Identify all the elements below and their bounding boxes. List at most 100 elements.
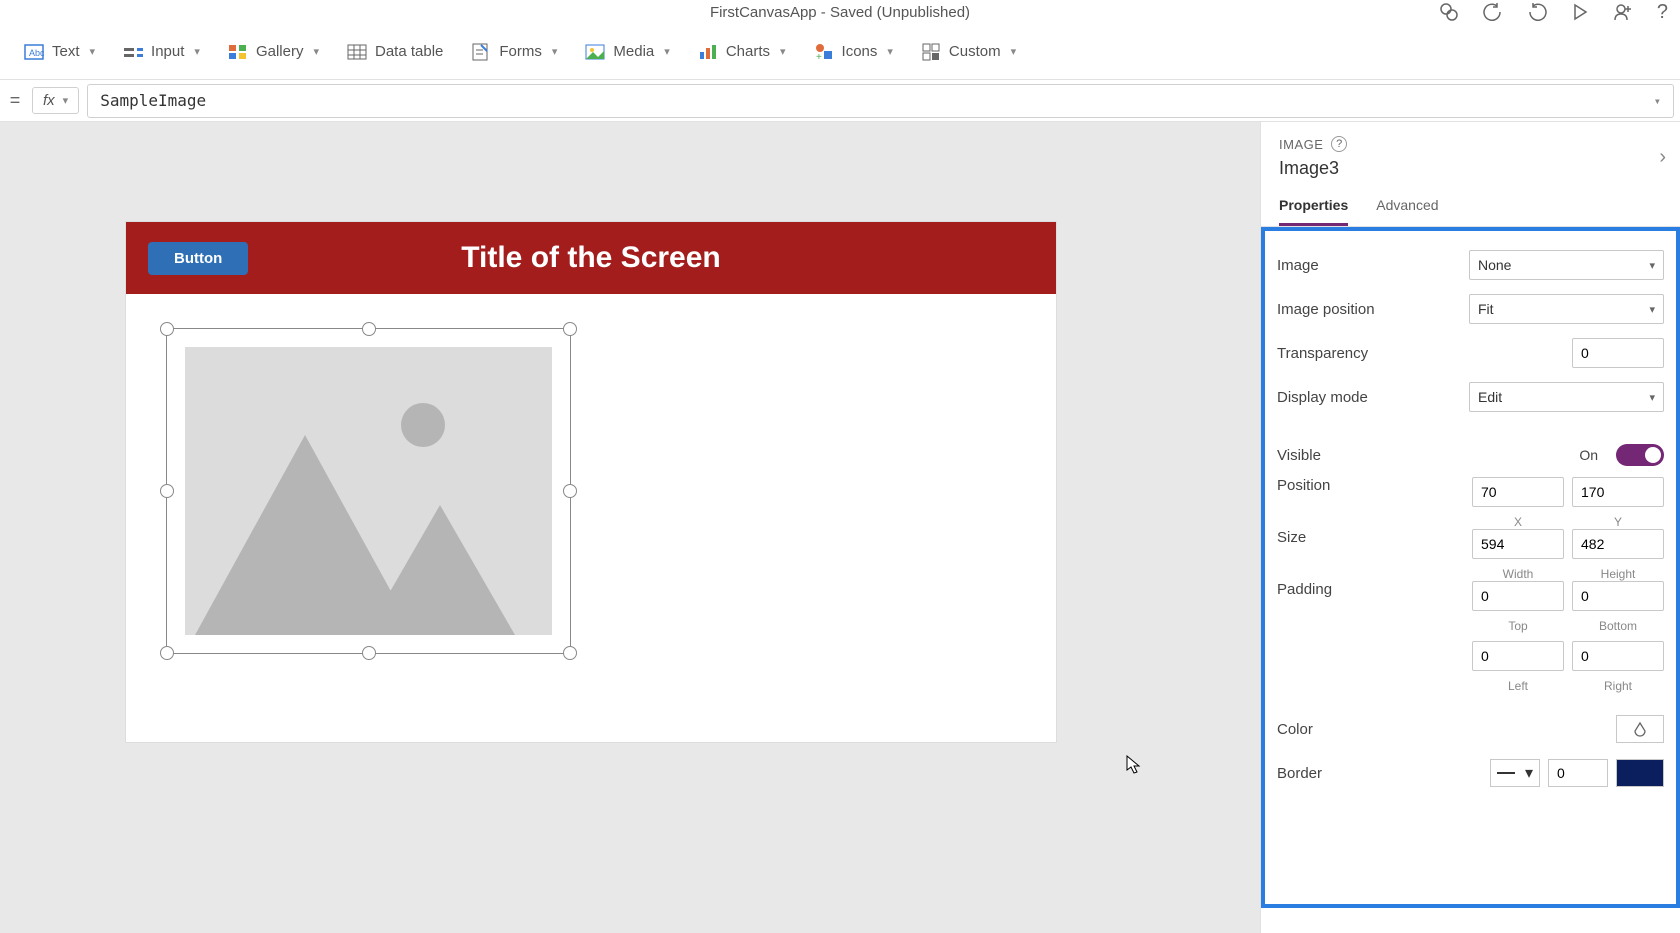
resize-handle-bl[interactable] [160, 646, 174, 660]
prop-displaymode-select[interactable]: Edit▾ [1469, 382, 1664, 412]
formula-input[interactable]: SampleImage ▾ [87, 84, 1674, 118]
prop-position-label: Position [1277, 477, 1462, 494]
app-title: FirstCanvasApp - Saved (Unpublished) [710, 4, 970, 21]
screen-canvas[interactable]: Button Title of the Screen [126, 222, 1056, 742]
collapse-panel-icon[interactable]: › [1659, 146, 1666, 169]
checker-icon[interactable] [1439, 2, 1459, 22]
ribbon-icons[interactable]: + Icons▾ [804, 36, 903, 68]
equals-label: = [6, 90, 24, 111]
fx-icon: fx [43, 92, 55, 109]
prop-position-x[interactable] [1472, 477, 1564, 507]
prop-visible-toggle[interactable] [1616, 444, 1664, 466]
prop-padding-top[interactable] [1472, 581, 1564, 611]
prop-image-label: Image [1277, 257, 1459, 274]
media-icon [585, 42, 605, 62]
play-icon[interactable] [1571, 3, 1589, 21]
ribbon-custom[interactable]: Custom▾ [911, 36, 1026, 68]
canvas-area[interactable]: Button Title of the Screen [0, 122, 1260, 933]
ribbon-datatable[interactable]: Data table [337, 36, 453, 68]
chevron-down-icon: ▾ [90, 45, 96, 58]
chart-icon [698, 42, 718, 62]
form-icon [471, 42, 491, 62]
ribbon-input[interactable]: Input▾ [113, 36, 210, 68]
ribbon-text[interactable]: Abc Text▾ [14, 36, 105, 68]
prop-color-picker[interactable] [1616, 715, 1664, 743]
insert-ribbon: Abc Text▾ Input▾ Gallery▾ Data table For… [0, 24, 1680, 80]
prop-position-y[interactable] [1572, 477, 1664, 507]
gallery-icon [228, 42, 248, 62]
chevron-down-icon: ▾ [1649, 259, 1655, 272]
property-selector[interactable]: fx ▾ [32, 87, 79, 114]
chevron-down-icon: ▾ [194, 45, 200, 58]
prop-visible-label: Visible [1277, 447, 1569, 464]
table-icon [347, 42, 367, 62]
resize-handle-tr[interactable] [563, 322, 577, 336]
header-button[interactable]: Button [148, 242, 248, 275]
expand-formula-icon[interactable]: ▾ [1654, 94, 1661, 108]
prop-size-height[interactable] [1572, 529, 1664, 559]
prop-size-label: Size [1277, 529, 1462, 546]
mouse-cursor [1126, 755, 1142, 775]
formula-bar: = fx ▾ SampleImage ▾ [0, 80, 1680, 122]
control-name[interactable]: Image3 [1279, 158, 1662, 179]
redo-icon[interactable] [1527, 2, 1547, 22]
component-icon [921, 42, 941, 62]
resize-handle-br[interactable] [563, 646, 577, 660]
prop-border-style[interactable]: ▾ [1490, 759, 1540, 787]
prop-color-label: Color [1277, 721, 1606, 738]
chevron-down-icon: ▾ [63, 94, 69, 107]
properties-panel: IMAGE ? › Image3 Properties Advanced Ima… [1260, 122, 1680, 933]
input-icon [123, 42, 143, 62]
prop-size-width[interactable] [1472, 529, 1564, 559]
chevron-down-icon: ▾ [1649, 303, 1655, 316]
resize-handle-bm[interactable] [362, 646, 376, 660]
svg-text:+: + [816, 52, 822, 61]
tab-properties[interactable]: Properties [1279, 197, 1348, 226]
help-icon[interactable]: ? [1331, 136, 1347, 152]
svg-text:Abc: Abc [29, 48, 44, 58]
chevron-down-icon: ▾ [552, 45, 558, 58]
image-control-selected[interactable] [166, 328, 571, 654]
chevron-down-icon: ▾ [1011, 45, 1017, 58]
toggle-state-label: On [1579, 447, 1598, 463]
chevron-down-icon: ▾ [780, 45, 786, 58]
resize-handle-tm[interactable] [362, 322, 376, 336]
prop-imgpos-label: Image position [1277, 301, 1459, 318]
prop-imgpos-select[interactable]: Fit▾ [1469, 294, 1664, 324]
prop-border-color[interactable] [1616, 759, 1664, 787]
chevron-down-icon: ▾ [664, 45, 670, 58]
prop-transparency-label: Transparency [1277, 345, 1562, 362]
panel-tabs: Properties Advanced [1261, 183, 1680, 227]
undo-icon[interactable] [1483, 2, 1503, 22]
resize-handle-mr[interactable] [563, 484, 577, 498]
prop-border-label: Border [1277, 765, 1480, 782]
ribbon-charts[interactable]: Charts▾ [688, 36, 796, 68]
share-icon[interactable] [1613, 2, 1633, 22]
resize-handle-tl[interactable] [160, 322, 174, 336]
screen-header: Button Title of the Screen [126, 222, 1056, 294]
prop-transparency-input[interactable] [1572, 338, 1664, 368]
properties-list: Image None▾ Image position Fit▾ Transpar… [1261, 227, 1680, 908]
image-placeholder [185, 347, 552, 635]
control-type-label: IMAGE ? [1279, 136, 1662, 152]
resize-handle-ml[interactable] [160, 484, 174, 498]
prop-displaymode-label: Display mode [1277, 389, 1459, 406]
prop-image-select[interactable]: None▾ [1469, 250, 1664, 280]
ribbon-gallery[interactable]: Gallery▾ [218, 36, 329, 68]
prop-padding-label: Padding [1277, 581, 1462, 598]
ribbon-forms[interactable]: Forms▾ [461, 36, 567, 68]
prop-padding-bottom[interactable] [1572, 581, 1664, 611]
help-icon[interactable]: ? [1657, 1, 1668, 24]
prop-padding-left[interactable] [1472, 641, 1564, 671]
prop-padding-right[interactable] [1572, 641, 1664, 671]
chevron-down-icon: ▾ [313, 45, 319, 58]
prop-border-width[interactable] [1548, 759, 1608, 787]
app-titlebar: FirstCanvasApp - Saved (Unpublished) ? [0, 0, 1680, 24]
shapes-icon: + [814, 42, 834, 62]
tab-advanced[interactable]: Advanced [1376, 197, 1438, 226]
label-icon: Abc [24, 42, 44, 62]
chevron-down-icon: ▾ [1525, 763, 1533, 783]
ribbon-media[interactable]: Media▾ [575, 36, 679, 68]
chevron-down-icon: ▾ [887, 45, 893, 58]
screen-title: Title of the Screen [126, 241, 1056, 275]
